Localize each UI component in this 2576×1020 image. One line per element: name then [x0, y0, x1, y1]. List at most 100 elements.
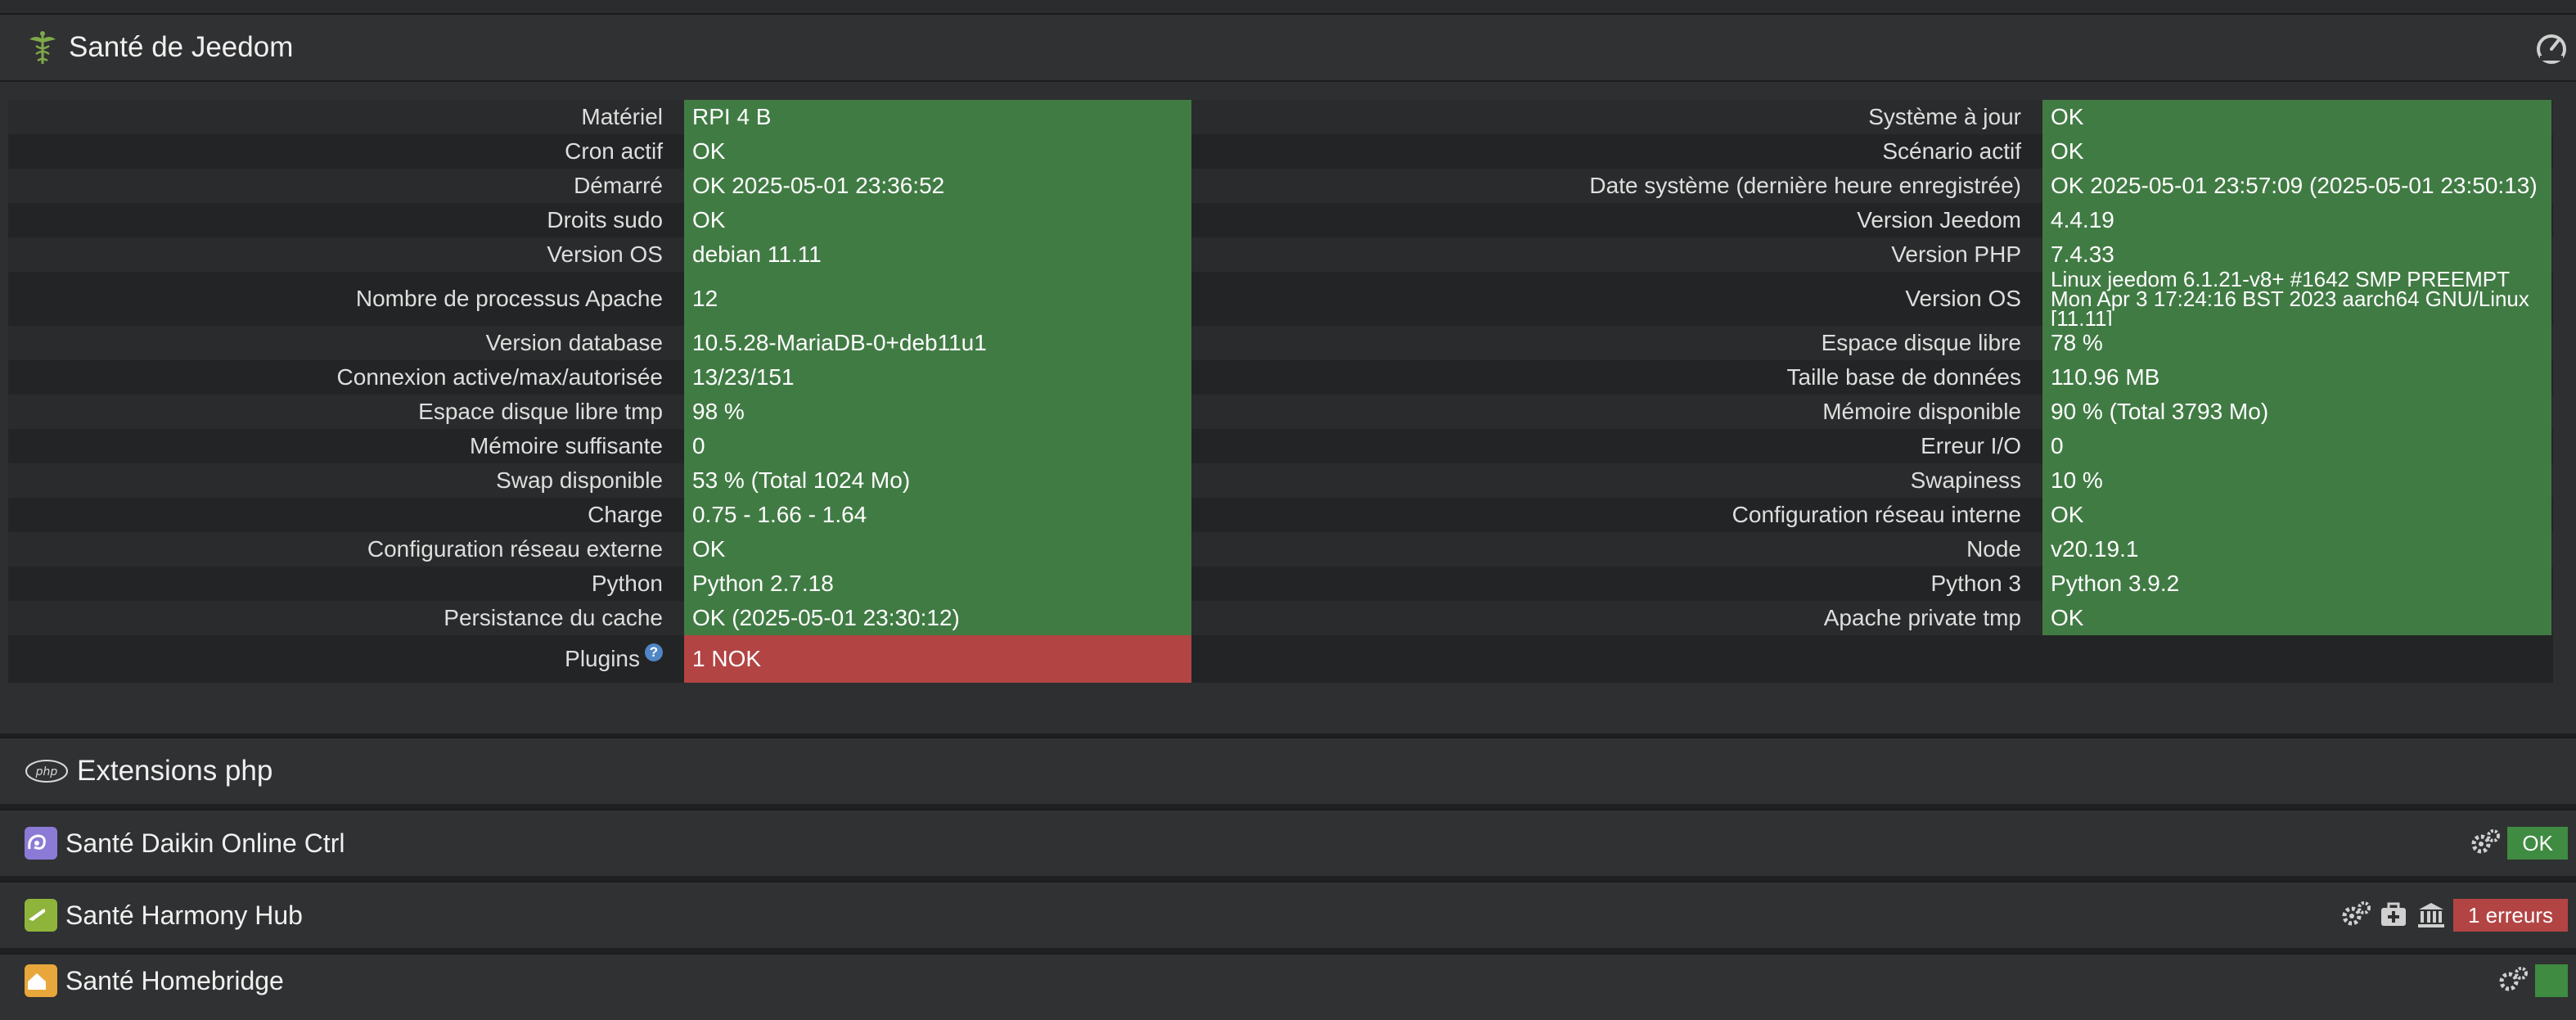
health-label: Mémoire disponible	[1822, 399, 2021, 424]
health-label: Version OS	[547, 241, 663, 267]
health-label: Espace disque libre tmp	[418, 399, 663, 424]
health-value: RPI 4 B	[684, 100, 1191, 134]
health-row: Plugins? 1 NOK	[8, 635, 2553, 683]
plugin-status-badge-homebridge	[2535, 964, 2568, 997]
health-row: Charge 0.75 - 1.66 - 1.64 Configuration ré…	[8, 498, 2553, 532]
health-value: OK	[684, 134, 1191, 169]
health-value: 12	[684, 272, 1191, 326]
php-logo-icon: php	[25, 760, 68, 783]
health-row: Cron actif OK Scénario actif OK	[8, 134, 2553, 169]
health-value: Python 2.7.18	[684, 566, 1191, 601]
health-value: 110.96 MB	[2042, 360, 2551, 395]
plugin-heading-homebridge[interactable]: Santé Homebridge	[0, 955, 2576, 1020]
health-row: Connexion active/max/autorisée 13/23/151 T…	[8, 360, 2553, 395]
health-value: 78 %	[2042, 326, 2551, 360]
medkit-icon[interactable]	[2378, 900, 2409, 931]
health-label: Espace disque libre	[1821, 330, 2021, 355]
health-value: 4.4.19	[2042, 203, 2551, 237]
health-value: OK (2025-05-01 23:30:12)	[684, 601, 1191, 635]
health-value: OK	[2042, 498, 2551, 532]
gears-icon[interactable]	[2340, 900, 2371, 931]
health-value: 10 %	[2042, 463, 2551, 498]
health-label: Version OS	[1905, 286, 2021, 311]
health-row: Droits sudo OK Version Jeedom 4.4.19	[8, 203, 2553, 237]
health-label: Configuration réseau externe	[367, 536, 663, 562]
dashboard-gauge-icon[interactable]	[2535, 31, 2568, 64]
extensions-php-title: php Extensions php	[25, 738, 272, 804]
health-panel: Santé de Jeedom Matériel RPI 4 B Système à…	[0, 13, 2576, 733]
gears-icon[interactable]	[2470, 828, 2501, 859]
extensions-php-panel: php Extensions php	[0, 737, 2576, 804]
health-value: OK	[2042, 601, 2551, 635]
plugin-title-homebridge: Santé Homebridge	[25, 948, 284, 1013]
health-value: Python 3.9.2	[2042, 566, 2551, 601]
health-value: 1 NOK	[684, 635, 1191, 683]
health-label: Swapiness	[1910, 467, 2021, 493]
health-label: Charge	[588, 502, 663, 527]
health-value: 90 % (Total 3793 Mo)	[2042, 395, 2551, 429]
health-label: Démarré	[574, 173, 663, 198]
health-label: Configuration réseau interne	[1732, 502, 2021, 527]
php-logo-text: php	[35, 765, 58, 779]
homebridge-plugin-icon	[25, 964, 57, 997]
health-value: 0.75 - 1.66 - 1.64	[684, 498, 1191, 532]
health-value: OK 2025-05-01 23:36:52	[684, 169, 1191, 203]
health-value: OK 2025-05-01 23:57:09 (2025-05-01 23:50…	[2042, 169, 2551, 203]
health-value: Linux jeedom 6.1.21-v8+ #1642 SMP PREEMP…	[2042, 269, 2551, 329]
health-label: Matériel	[581, 104, 663, 129]
health-panel-heading: Santé de Jeedom	[0, 15, 2576, 82]
top-bar	[0, 0, 2576, 13]
plugin-heading-daikin[interactable]: Santé Daikin Online Ctrl OK	[0, 810, 2576, 876]
health-label: Taille base de données	[1786, 364, 2021, 390]
plugin-title-daikin-text: Santé Daikin Online Ctrl	[65, 828, 345, 858]
health-label: Cron actif	[565, 138, 663, 164]
health-label: Nombre de processus Apache	[355, 286, 663, 311]
health-row: Matériel RPI 4 B Système à jour OK	[8, 100, 2553, 134]
health-value: OK	[684, 532, 1191, 566]
health-row: Python Python 2.7.18 Python 3 Python 3.9.2	[8, 566, 2553, 601]
caduceus-icon	[29, 31, 56, 64]
health-row: Démarré OK 2025-05-01 23:36:52 Date systèm…	[8, 169, 2553, 203]
health-label: Version database	[485, 330, 663, 355]
plugin-status-badge-daikin: OK	[2507, 827, 2568, 860]
plugin-title-daikin: Santé Daikin Online Ctrl	[25, 810, 345, 876]
daikin-plugin-icon	[25, 827, 57, 860]
health-label: Swap disponible	[496, 467, 663, 493]
plugin-title-harmony-text: Santé Harmony Hub	[65, 900, 303, 930]
health-value: OK	[2042, 100, 2551, 134]
health-label: Version PHP	[1891, 241, 2021, 267]
help-icon[interactable]: ?	[645, 643, 663, 661]
health-label: Erreur I/O	[1921, 433, 2021, 458]
health-value: 10.5.28-MariaDB-0+deb11u1	[684, 326, 1191, 360]
health-label: Version Jeedom	[1857, 207, 2021, 232]
health-value: debian 11.11	[684, 237, 1191, 272]
health-label: Scénario actif	[1882, 138, 2021, 164]
health-title-text: Santé de Jeedom	[69, 31, 294, 63]
health-label: Python 3	[1930, 571, 2021, 596]
health-label: Système à jour	[1868, 104, 2021, 129]
health-value: 0	[684, 429, 1191, 463]
health-row: Version database 10.5.28-MariaDB-0+deb11u…	[8, 326, 2553, 360]
health-label: Droits sudo	[547, 207, 663, 232]
health-label: Python	[591, 571, 663, 596]
plugin-panel-homebridge: Santé Homebridge	[0, 953, 2576, 1020]
health-row: Nombre de processus Apache 12 Version OS Li…	[8, 269, 2553, 329]
health-value: 98 %	[684, 395, 1191, 429]
health-row: Swap disponible 53 % (Total 1024 Mo) Swapi…	[8, 463, 2553, 498]
plugin-heading-harmony[interactable]: Santé Harmony Hub 1 erreurs	[0, 882, 2576, 948]
plugin-title-homebridge-text: Santé Homebridge	[65, 965, 284, 995]
health-row: Espace disque libre tmp 98 % Mémoire dispo…	[8, 395, 2553, 429]
health-value: 0	[2042, 429, 2551, 463]
health-panel-title: Santé de Jeedom	[25, 15, 293, 80]
health-label: Apache private tmp	[1823, 605, 2021, 630]
plugin-title-harmony: Santé Harmony Hub	[25, 882, 303, 948]
health-value: OK	[684, 203, 1191, 237]
extensions-php-heading[interactable]: php Extensions php	[0, 738, 2576, 804]
extensions-php-title-text: Extensions php	[77, 755, 273, 787]
harmony-plugin-icon	[25, 899, 57, 932]
health-row: Persistance du cache OK (2025-05-01 23:30…	[8, 601, 2553, 635]
health-value: v20.19.1	[2042, 532, 2551, 566]
gears-icon[interactable]	[2497, 965, 2529, 996]
health-value: OK	[2042, 134, 2551, 169]
bank-icon[interactable]	[2416, 900, 2447, 931]
